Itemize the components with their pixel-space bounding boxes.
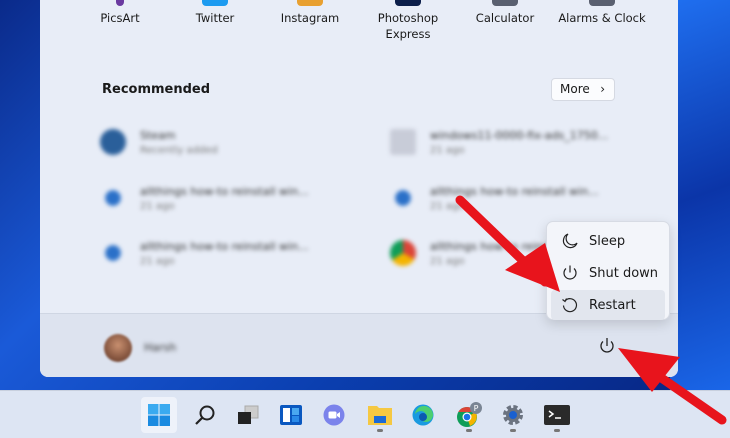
running-indicator [554,429,560,432]
start-footer: Harsh [40,313,678,377]
power-menu: Sleep Shut down Restart [546,221,670,320]
running-indicator [377,429,383,432]
terminal-icon [544,405,570,425]
wallpaper [670,0,730,390]
alarms-clock-icon [589,0,615,6]
recommended-item[interactable]: allthings how-to reinstall win... 21 ago [380,173,640,223]
taskbar-chrome-button[interactable]: P [451,397,487,433]
taskbar-search-button[interactable] [187,397,223,433]
taskbar-widgets-button[interactable] [273,397,309,433]
taskbar-edge-button[interactable] [405,397,441,433]
pinned-app-photoshop-express[interactable]: Photoshop Express [353,0,463,42]
pinned-app-alarms-clock[interactable]: Alarms & Clock [547,0,657,26]
recommended-item[interactable]: windows11-0000-fix-ads_1750... 21 ago [380,117,640,167]
teams-chat-icon [323,404,345,426]
profile-badge: P [474,404,479,413]
edge-icon [412,404,434,426]
chrome-icon: P [457,402,482,427]
steam-icon [100,129,126,155]
pinned-app-instagram[interactable]: Instagram [255,0,365,26]
widgets-icon [280,405,302,425]
avatar[interactable] [104,334,132,362]
user-name[interactable]: Harsh [144,341,176,354]
photoshop-express-icon [395,0,421,6]
calculator-icon [492,0,518,6]
shut-down-menu-item[interactable]: Shut down [551,258,665,288]
sleep-menu-item[interactable]: Sleep [551,226,665,256]
taskbar-file-explorer-button[interactable] [362,397,398,433]
taskbar-task-view-button[interactable] [230,397,266,433]
file-icon [100,185,126,211]
recommended-heading: Recommended [102,82,211,97]
recommended-item[interactable]: Steam Recently added [90,117,350,167]
pinned-app-picsart[interactable]: PicsArt [65,0,175,26]
file-icon [100,240,126,266]
restart-menu-item[interactable]: Restart [551,290,665,320]
restart-icon [562,298,578,313]
chrome-icon [390,240,416,266]
pinned-app-twitter[interactable]: Twitter [160,0,270,26]
file-icon [390,185,416,211]
taskbar: P [0,390,730,438]
taskbar-settings-button[interactable] [495,397,531,433]
windows-logo-icon [148,404,170,426]
recommended-item[interactable]: allthings how-to reinstall win... 21 ago [90,173,350,223]
taskbar-start-button[interactable] [141,397,177,433]
power-icon [563,265,577,280]
running-indicator [510,429,516,432]
picsart-icon [116,0,124,6]
start-menu: PicsArt Twitter Instagram Photoshop Expr… [40,0,678,377]
pinned-apps: PicsArt Twitter Instagram Photoshop Expr… [40,0,678,50]
more-button[interactable]: More › [551,78,615,101]
search-icon [195,405,215,425]
recommended-item[interactable]: allthings how-to reinstall win... 21 ago [90,228,350,278]
folder-icon [368,406,392,425]
taskbar-terminal-button[interactable] [539,397,575,433]
running-indicator [466,429,472,432]
task-view-icon [238,405,259,424]
twitter-icon [202,0,228,6]
gear-icon [503,405,523,425]
image-file-icon [390,129,416,155]
chevron-right-icon: › [600,82,605,96]
instagram-icon [297,0,323,6]
pinned-app-calculator[interactable]: Calculator [450,0,560,26]
moon-icon [562,233,578,249]
taskbar-chat-button[interactable] [316,397,352,433]
power-icon[interactable] [597,336,617,356]
